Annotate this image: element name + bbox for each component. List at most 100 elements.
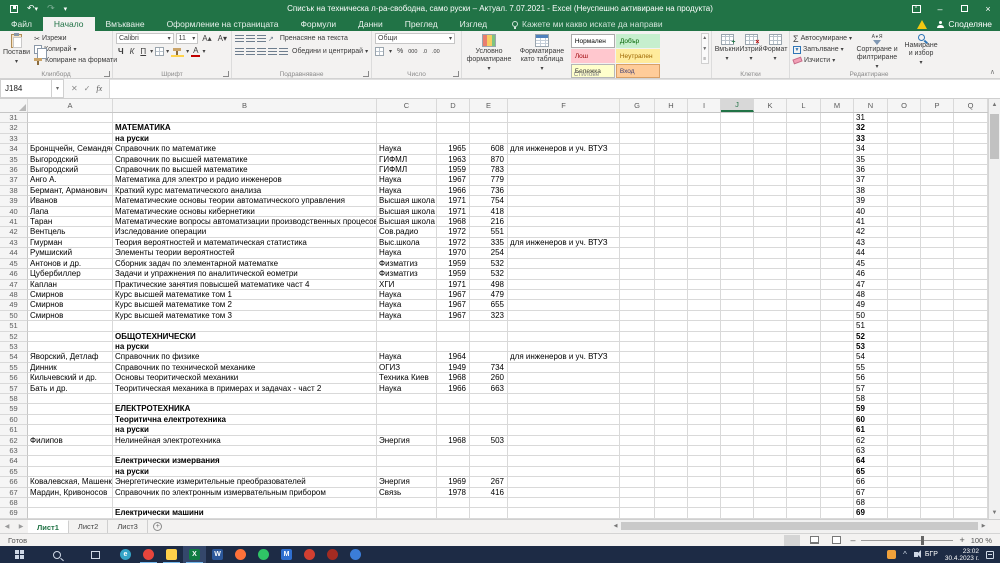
cell-H56[interactable] — [655, 373, 688, 384]
cell-L68[interactable] — [787, 498, 821, 509]
cell-M57[interactable] — [821, 383, 854, 394]
sheet-tab-Лист1[interactable]: Лист1 — [28, 520, 69, 533]
cell-P33[interactable] — [921, 133, 954, 145]
autosum-button[interactable]: Σ Автосумиране ▾ — [793, 33, 852, 44]
cell-K68[interactable] — [754, 498, 787, 509]
cell-H66[interactable] — [655, 477, 688, 488]
cell-Q59[interactable] — [954, 404, 988, 415]
cell-H55[interactable] — [655, 362, 688, 374]
alignment-dialog-launcher[interactable] — [363, 71, 369, 77]
cell-H42[interactable] — [655, 227, 688, 238]
wrap-text-button[interactable]: Пренасяне на текста — [280, 35, 348, 42]
cell-H52[interactable] — [655, 331, 688, 342]
cell-C68[interactable] — [377, 498, 437, 509]
cell-M64[interactable] — [821, 456, 854, 467]
cell-J39[interactable] — [721, 196, 754, 207]
row-header-45[interactable]: 45 — [0, 258, 28, 270]
cell-C63[interactable] — [377, 446, 437, 457]
cell-N33[interactable]: 33 — [854, 133, 888, 145]
cell-Q48[interactable] — [954, 289, 988, 301]
cell-O32[interactable] — [888, 123, 921, 134]
cell-F31[interactable] — [508, 113, 620, 124]
cell-K35[interactable] — [754, 154, 787, 166]
gallery-more-icon[interactable]: ≡ — [703, 56, 706, 62]
cell-E49[interactable]: 655 — [470, 300, 508, 311]
cell-H38[interactable] — [655, 185, 688, 197]
cell-N43[interactable]: 43 — [854, 237, 888, 249]
cell-Q58[interactable] — [954, 393, 988, 405]
cell-N54[interactable]: 54 — [854, 352, 888, 363]
cell-C50[interactable]: Наука — [377, 310, 437, 322]
cell-N51[interactable]: 51 — [854, 321, 888, 332]
cell-L69[interactable] — [787, 508, 821, 519]
taskbar-clock[interactable]: 23:02 30.4.2023 г. — [945, 548, 979, 562]
cell-P64[interactable] — [921, 456, 954, 467]
cell-L46[interactable] — [787, 269, 821, 280]
accounting-format-icon[interactable] — [375, 47, 384, 56]
row-header-68[interactable]: 68 — [0, 498, 28, 509]
cell-N62[interactable]: 62 — [854, 435, 888, 446]
cell-D66[interactable]: 1969 — [437, 477, 470, 488]
cell-O36[interactable] — [888, 165, 921, 176]
cell-D49[interactable]: 1967 — [437, 300, 470, 311]
cell-J57[interactable] — [721, 383, 754, 394]
orientation-icon[interactable]: ↗ — [268, 35, 274, 43]
find-select-button[interactable]: Намиране и избор ▾ — [902, 33, 940, 71]
cell-G57[interactable] — [620, 383, 655, 394]
sheet-tab-Лист3[interactable]: Лист3 — [108, 520, 148, 533]
cell-M48[interactable] — [821, 289, 854, 301]
cell-F54[interactable]: для инженеров и уч. ВТУЗ — [508, 352, 620, 363]
cell-O51[interactable] — [888, 321, 921, 332]
taskbar-app-red-app-2[interactable] — [321, 546, 344, 563]
row-header-60[interactable]: 60 — [0, 414, 28, 426]
row-header-57[interactable]: 57 — [0, 383, 28, 394]
cell-E59[interactable] — [470, 404, 508, 415]
cell-O63[interactable] — [888, 446, 921, 457]
tab-Начало[interactable]: Начало — [42, 17, 95, 31]
cell-G38[interactable] — [620, 185, 655, 197]
cell-M49[interactable] — [821, 300, 854, 311]
cell-B55[interactable]: Справочник по технической механике — [113, 362, 377, 374]
cell-O56[interactable] — [888, 373, 921, 384]
cell-C64[interactable] — [377, 456, 437, 467]
cell-A50[interactable]: Смирнов — [28, 310, 113, 322]
cell-I32[interactable] — [688, 123, 721, 134]
cell-K44[interactable] — [754, 248, 787, 259]
cell-K46[interactable] — [754, 269, 787, 280]
cell-O49[interactable] — [888, 300, 921, 311]
cell-I31[interactable] — [688, 113, 721, 124]
cell-L32[interactable] — [787, 123, 821, 134]
cell-P67[interactable] — [921, 487, 954, 499]
cell-I66[interactable] — [688, 477, 721, 488]
cell-Q40[interactable] — [954, 206, 988, 218]
cell-N53[interactable]: 53 — [854, 341, 888, 353]
cell-O44[interactable] — [888, 248, 921, 259]
cell-F34[interactable]: для инженеров и уч. ВТУЗ — [508, 144, 620, 155]
cell-I39[interactable] — [688, 196, 721, 207]
undo-icon[interactable]: ↶▾ — [27, 3, 38, 14]
cell-A34[interactable]: Бронщчейн, Семандяев — [28, 144, 113, 155]
cell-E55[interactable]: 734 — [470, 362, 508, 374]
tab-Данни[interactable]: Данни — [347, 17, 394, 31]
name-box-dropdown-icon[interactable]: ▾ — [52, 79, 64, 98]
scroll-right-icon[interactable]: ▶ — [979, 523, 988, 529]
cell-O48[interactable] — [888, 289, 921, 301]
tell-me-box[interactable]: Кажете ми какво искате да направи — [512, 17, 663, 31]
cell-Q45[interactable] — [954, 258, 988, 270]
cell-P44[interactable] — [921, 248, 954, 259]
cell-B35[interactable]: Справочник по высшей математике — [113, 154, 377, 166]
cell-I48[interactable] — [688, 289, 721, 301]
cell-C42[interactable]: Сов.радио — [377, 227, 437, 238]
cell-O52[interactable] — [888, 331, 921, 342]
cell-F60[interactable] — [508, 414, 620, 426]
cell-P48[interactable] — [921, 289, 954, 301]
cell-A54[interactable]: Яворский, Детлаф — [28, 352, 113, 363]
styles-gallery-scroll[interactable]: ▲ ▼ ≡ — [700, 33, 709, 64]
select-all-corner[interactable] — [0, 99, 28, 112]
cell-D48[interactable]: 1967 — [437, 289, 470, 301]
cell-Q61[interactable] — [954, 425, 988, 436]
cell-Q42[interactable] — [954, 227, 988, 238]
percent-style-button[interactable]: % — [397, 48, 403, 55]
cell-L43[interactable] — [787, 237, 821, 249]
cell-L48[interactable] — [787, 289, 821, 301]
